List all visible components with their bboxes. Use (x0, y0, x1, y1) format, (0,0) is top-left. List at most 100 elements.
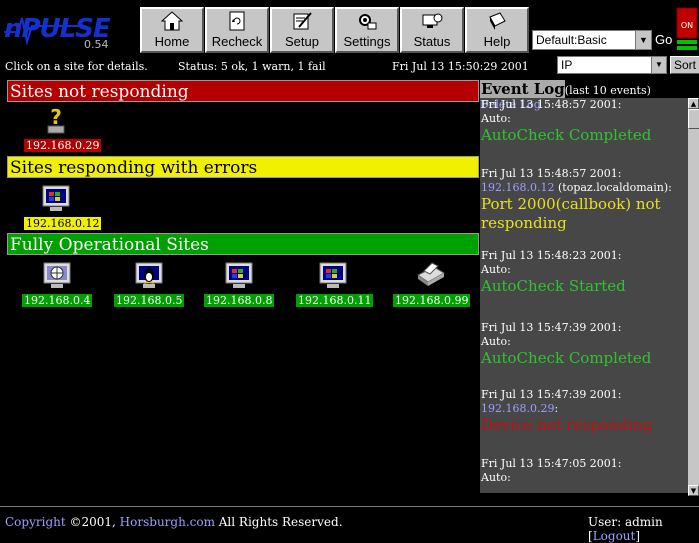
event-entry: Fri Jul 13 15:48:57 2001: Auto: AutoChec… (481, 98, 688, 145)
event-source: 192.168.0.29: (481, 402, 688, 416)
event-timestamp: Fri Jul 13 15:47:39 2001: (481, 388, 622, 401)
event-host: Auto: (481, 335, 511, 348)
site-192-168-0-4[interactable]: 192.168.0.4 (22, 261, 93, 308)
settings-button[interactable]: Settings (335, 7, 399, 53)
status-icon (422, 13, 443, 28)
copyright-year: ©2001, (65, 515, 120, 529)
site-192-168-0-29[interactable]: ? 192.168.0.29 (24, 106, 102, 153)
event-log-header: Event Log(last 10 events) Delete Log (480, 80, 688, 111)
help-book-icon (489, 12, 506, 30)
scroll-thumb[interactable] (688, 109, 699, 129)
site-ip-label: 192.168.0.5 (114, 294, 185, 307)
event-timestamp: Fri Jul 13 15:48:57 2001: (481, 167, 622, 180)
event-log-panel: Event Log(last 10 events) Delete Log Fri… (480, 80, 688, 493)
scroll-down-icon[interactable]: ▼ (688, 485, 699, 496)
site-192-168-0-5[interactable]: 192.168.0.5 (114, 261, 185, 308)
scroll-up-icon[interactable]: ▲ (688, 98, 699, 109)
sort-select-value: IP (561, 58, 573, 72)
setup-label: Setup (285, 34, 319, 49)
recheck-icon (229, 11, 245, 31)
chevron-down-icon: ▼ (651, 57, 666, 73)
view-select-value: Default:Basic (536, 33, 607, 47)
site-ip-label: 192.168.0.11 (296, 294, 374, 307)
rights-text: All Rights Reserved. (214, 515, 343, 529)
event-ip[interactable]: 192.168.0.29 (481, 402, 554, 415)
windows-computer-icon (225, 262, 253, 288)
event-message: AutoCheck Completed (481, 126, 652, 144)
event-host: : (554, 402, 559, 415)
event-ip[interactable]: 192.168.0.12 (481, 181, 554, 194)
site-ip-label: 192.168.0.29 (24, 139, 102, 152)
linux-computer-icon (135, 262, 163, 288)
recheck-button[interactable]: Recheck (205, 7, 269, 53)
site-ip-label: 192.168.0.4 (22, 294, 93, 307)
event-message: Device not responding (481, 416, 653, 434)
sort-button[interactable]: Sort (670, 56, 699, 74)
event-log-scrollbar[interactable]: ▲ ▼ (688, 98, 699, 496)
setup-button[interactable]: Setup (270, 7, 334, 53)
unknown-device-icon: ? (47, 106, 65, 134)
site-192-168-0-11[interactable]: 192.168.0.11 (296, 261, 374, 308)
chevron-down-icon: ▼ (635, 31, 651, 49)
status-button[interactable]: Status (400, 7, 464, 53)
user-text: User: admin (588, 515, 663, 529)
company-link[interactable]: Horsburgh.com (120, 515, 215, 529)
event-source: Auto: (481, 471, 688, 485)
footer-user: User: admin [Logout] (588, 515, 663, 543)
event-source: Auto: (481, 112, 688, 126)
settings-label: Settings (343, 34, 391, 49)
event-timestamp: Fri Jul 13 15:48:57 2001: (481, 98, 622, 111)
event-message: AutoCheck Completed (481, 349, 652, 367)
help-label: Help (483, 34, 511, 49)
help-button[interactable]: Help (465, 7, 529, 53)
event-message: Port 2000(callbook) not responding (481, 195, 661, 232)
event-timestamp: Fri Jul 13 15:47:39 2001: (481, 321, 622, 334)
event-entry: Fri Jul 13 15:48:57 2001: 192.168.0.12 (… (481, 167, 688, 233)
svg-text:ON: ON (681, 21, 693, 30)
event-host: (topaz.localdomain): (554, 181, 672, 194)
event-timestamp: Fri Jul 13 15:48:23 2001: (481, 249, 622, 262)
event-source: Auto: (481, 263, 688, 277)
house-icon (161, 11, 183, 31)
event-log-subtitle: (last 10 events) (564, 84, 651, 97)
status-label: Status (413, 34, 451, 49)
sort-select[interactable]: IP ▼ (557, 56, 667, 74)
event-entry: Fri Jul 13 15:47:39 2001: 192.168.0.29: … (481, 388, 688, 435)
site-192-168-0-99[interactable]: 192.168.0.99 (393, 261, 471, 308)
site-ip-label: 192.168.0.8 (204, 294, 275, 307)
event-host: Auto: (481, 471, 511, 484)
windows-computer-icon (319, 262, 347, 288)
hint-text: Click on a site for details. (5, 60, 148, 73)
event-host: Auto: (481, 263, 511, 276)
event-host: Auto: (481, 112, 511, 125)
version-label: 0.54 (84, 38, 109, 51)
event-entry: Fri Jul 13 15:47:39 2001: Auto: AutoChec… (481, 321, 688, 368)
power-icon: ON (676, 7, 698, 50)
recheck-label: Recheck (211, 34, 263, 49)
event-message: AutoCheck Started (481, 277, 626, 295)
setup-icon (293, 12, 312, 30)
current-datetime: Fri Jul 13 15:50:29 2001 (392, 60, 529, 73)
printer-icon (417, 262, 445, 286)
power-switch[interactable]: ON (676, 6, 698, 54)
event-source: Auto: (481, 335, 688, 349)
site-ip-label: 192.168.0.99 (393, 294, 471, 307)
site-192-168-0-8[interactable]: 192.168.0.8 (204, 261, 275, 308)
go-button[interactable]: Go (655, 32, 672, 47)
copyright-link[interactable]: Copyright (5, 515, 66, 529)
section-not-responding: Sites not responding (7, 80, 479, 102)
npulse-logo[interactable]: nPULSE (4, 12, 111, 46)
site-192-168-0-12[interactable]: 192.168.0.12 (24, 184, 102, 231)
site-ip-label: 192.168.0.12 (24, 217, 102, 230)
event-log-title: Event Log (480, 80, 565, 98)
home-button[interactable]: Home (140, 7, 204, 53)
event-timestamp: Fri Jul 13 15:47:05 2001: (481, 457, 622, 470)
event-entry: Fri Jul 13 15:48:23 2001: Auto: AutoChec… (481, 249, 688, 296)
event-source: 192.168.0.12 (topaz.localdomain): (481, 181, 688, 195)
view-select[interactable]: Default:Basic ▼ (532, 30, 652, 50)
logout-link[interactable]: Logout (593, 529, 636, 543)
footer-divider (0, 506, 699, 507)
settings-icon (359, 14, 377, 30)
status-summary: Status: 5 ok, 1 warn, 1 fail (178, 60, 326, 73)
home-label: Home (154, 34, 190, 49)
